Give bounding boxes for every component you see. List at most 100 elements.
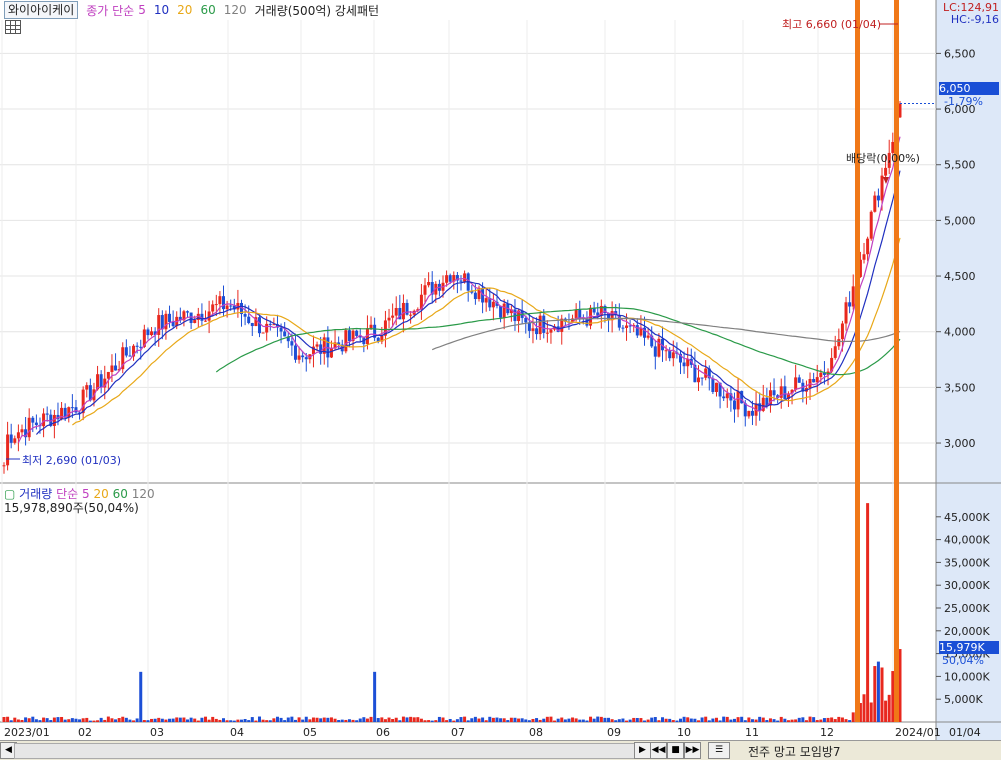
volume-bar (128, 719, 132, 722)
volume-bar (160, 718, 164, 722)
volume-bar (286, 717, 290, 722)
x-tick-label: 2023/01 (4, 726, 50, 739)
candle-body (671, 352, 675, 359)
volume-bar (653, 717, 657, 722)
volume-bar (869, 702, 873, 722)
volume-bar (27, 718, 31, 722)
price-tick-label: 4,500 (944, 270, 976, 283)
candle-body (85, 385, 89, 390)
stock-chart: 6,5006,0005,5005,0004,5004,0003,5003,000… (0, 0, 1001, 740)
volume-bar (247, 720, 251, 722)
candle-body (405, 302, 409, 315)
volume-bar (239, 719, 243, 722)
volume-bar (696, 720, 700, 722)
candle-body (99, 374, 103, 388)
rewind-button[interactable]: ◀◀ (650, 742, 667, 759)
volume-bar (718, 720, 722, 722)
volume-bar (60, 716, 64, 722)
candle-body (189, 312, 193, 323)
bottom-toolbar: ◀ ▶ ◀◀ ■ ▶▶ ☰ 전주 망고 모임방7 (0, 740, 1001, 760)
volume-bar (250, 717, 254, 722)
candle-body (427, 282, 431, 286)
volume-bar (513, 717, 517, 722)
volume-bar (121, 716, 125, 722)
stop-button[interactable]: ■ (667, 742, 684, 759)
volume-tick-label: 20,000K (944, 625, 990, 638)
volume-bar (171, 718, 175, 722)
candle-body (736, 390, 740, 410)
ma120-label: 120 (223, 3, 247, 17)
volume-bar (876, 661, 880, 722)
candle-body (409, 314, 413, 316)
volume-bar (229, 720, 233, 722)
volume-bar (13, 717, 17, 722)
chart-list-button[interactable]: ☰ (708, 742, 730, 759)
candle-body (783, 386, 787, 399)
volume-bar (661, 717, 665, 722)
candle-body (884, 167, 888, 176)
ma60-label: 60 (200, 3, 216, 17)
volume-bar (178, 717, 182, 722)
volume-bar (542, 718, 546, 722)
candle-body (297, 355, 301, 360)
candle-body (876, 195, 880, 201)
volume-bar (146, 720, 150, 722)
volume-bar (268, 720, 272, 722)
candle-body (279, 327, 283, 332)
volume-bar (232, 720, 236, 722)
volume-bar (279, 717, 283, 722)
volume-bar (423, 720, 427, 722)
candle-body (229, 305, 233, 307)
candle-body (74, 407, 78, 413)
candle-body (135, 345, 139, 347)
volume-bar (52, 717, 56, 722)
candle-body (862, 254, 866, 260)
candle-body (2, 465, 6, 467)
candle-body (394, 307, 398, 316)
volume-bar (261, 719, 265, 722)
x-tick-label: 02 (78, 726, 92, 739)
volume-bar (643, 720, 647, 722)
volume-bar (45, 718, 49, 722)
stock-name[interactable]: 와이아이케이 (4, 1, 79, 19)
volume-bar (524, 719, 528, 722)
volume-bar (632, 717, 636, 722)
forward-button[interactable]: ▶▶ (684, 742, 701, 759)
candle-body (840, 323, 844, 340)
volume-bar (70, 718, 74, 722)
volume-tick-label: 25,000K (944, 602, 990, 615)
scroll-right-button[interactable]: ▶ (634, 742, 651, 759)
volume-bar (884, 700, 888, 722)
candle-body (355, 330, 359, 336)
candle-body (423, 285, 427, 295)
volume-bar (85, 717, 89, 722)
volume-bar (887, 694, 891, 722)
volume-bar (355, 720, 359, 722)
volume-bar (24, 717, 28, 722)
candle-body (725, 393, 729, 399)
volume-bar (635, 717, 639, 722)
volume-bar (297, 717, 301, 722)
volume-bar (776, 720, 780, 722)
horizontal-scrollbar[interactable] (14, 743, 636, 759)
volume-bar (711, 718, 715, 722)
candle-body (329, 348, 333, 358)
volume-tick-label: 35,000K (944, 556, 990, 569)
volume-bar (333, 718, 337, 722)
volume-bar (704, 716, 708, 722)
candle-body (214, 304, 218, 306)
candle-body (772, 390, 776, 396)
candle-body (42, 413, 46, 427)
volume-bar (391, 719, 395, 722)
volume-bar (747, 717, 751, 722)
current-volume: 15,978,890주(50,04%) (4, 501, 139, 515)
candle-body (293, 345, 297, 360)
volume-bar (412, 717, 416, 722)
volume-bar (740, 716, 744, 722)
x-tick-label: 11 (745, 726, 759, 739)
low-price-label: 최저 2,690 (01/03) (22, 454, 122, 467)
volume-bar (786, 720, 790, 722)
grid-icon[interactable] (5, 20, 21, 34)
candle-body (794, 377, 798, 390)
volume-bar (819, 719, 823, 722)
